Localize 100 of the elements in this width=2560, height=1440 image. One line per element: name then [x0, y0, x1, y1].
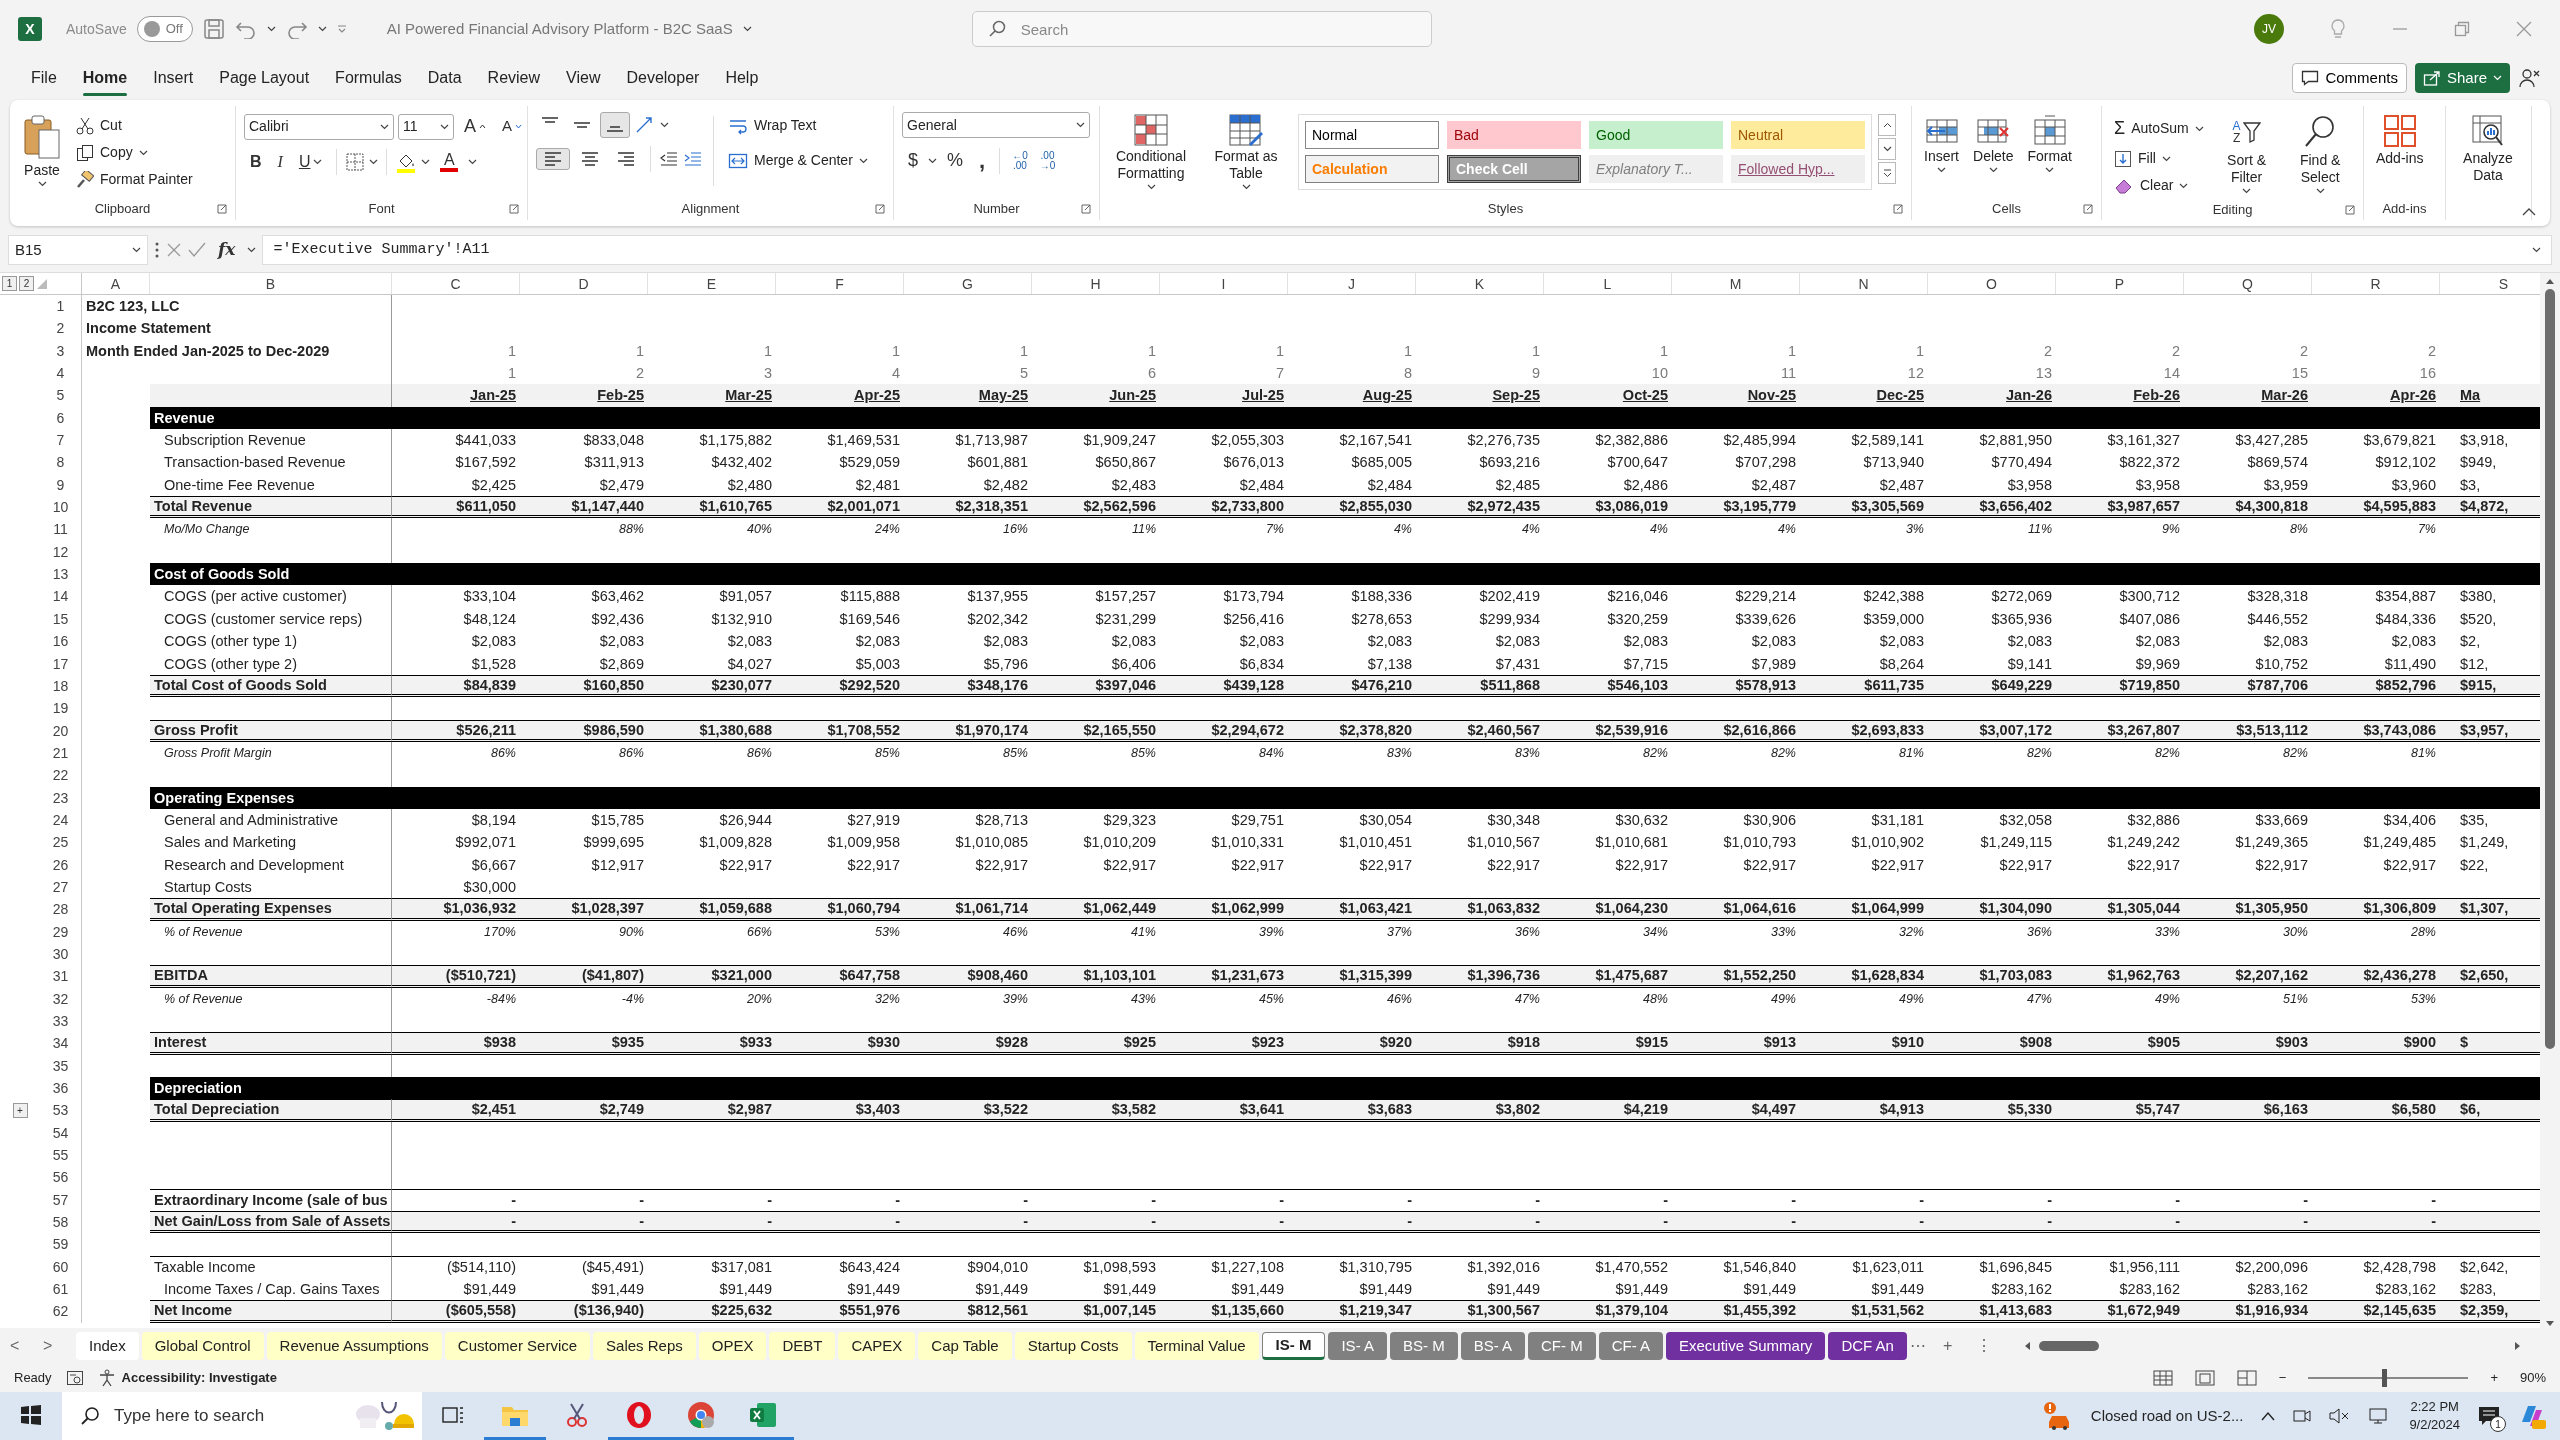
decrease-decimal-button[interactable]: .00 →0 — [1035, 148, 1060, 173]
conditional-formatting-button[interactable]: Conditional Formatting — [1108, 112, 1194, 198]
fill-button[interactable]: Fill — [2110, 145, 2208, 172]
paste-button[interactable]: Paste — [18, 112, 66, 198]
dialog-launcher-icon[interactable] — [2345, 205, 2355, 215]
shrink-font-button[interactable]: A — [496, 114, 529, 139]
row-number[interactable]: 56 — [40, 1166, 82, 1189]
zoom-slider-thumb[interactable] — [2381, 1369, 2387, 1387]
more-sheets-button[interactable]: ⋯ — [1909, 1333, 1940, 1359]
row-number[interactable]: 3 — [40, 339, 82, 363]
expand-button[interactable]: + — [12, 1103, 28, 1119]
row-number[interactable]: 55 — [40, 1144, 82, 1167]
italic-button[interactable]: I — [271, 149, 289, 175]
column-header[interactable]: E — [648, 273, 776, 294]
underline-button[interactable]: U — [292, 149, 329, 175]
increase-indent-icon[interactable] — [683, 150, 703, 168]
wrap-text-button[interactable]: Wrap Text — [724, 112, 872, 139]
sheet-tab[interactable]: Cap Table — [918, 1332, 1012, 1360]
row-number[interactable]: 4 — [40, 362, 82, 385]
row-number[interactable]: 21 — [40, 741, 82, 765]
sheet-tab[interactable]: Terminal Value — [1134, 1332, 1259, 1360]
dialog-launcher-icon[interactable] — [875, 204, 885, 214]
row-number[interactable]: 36 — [40, 1077, 82, 1100]
column-header[interactable]: H — [1032, 273, 1160, 294]
menu-tab[interactable]: Formulas — [322, 60, 415, 96]
row-number[interactable]: 2 — [40, 317, 82, 340]
row-number[interactable]: 12 — [40, 540, 82, 564]
clock-time[interactable]: 2:22 PM — [2409, 1398, 2460, 1416]
sheet-tab[interactable]: CF- A — [1598, 1332, 1663, 1360]
column-header[interactable]: F — [776, 273, 904, 294]
outline-level-button[interactable]: 1 — [2, 276, 17, 291]
clock-date[interactable]: 9/2/2024 — [2409, 1416, 2460, 1434]
autosave-toggle[interactable]: Off — [136, 16, 193, 42]
row-number[interactable]: 32 — [40, 987, 82, 1010]
row-number[interactable]: 28 — [40, 898, 82, 921]
page-break-icon[interactable] — [2236, 1370, 2257, 1386]
row-number[interactable]: 61 — [40, 1278, 82, 1301]
row-number[interactable]: 9 — [40, 473, 82, 497]
row-number[interactable]: 23 — [40, 786, 82, 809]
normal-view-icon[interactable] — [2152, 1370, 2173, 1386]
row-number[interactable]: 13 — [40, 563, 82, 586]
taskbar-search-field[interactable]: Type here to search — [62, 1392, 422, 1440]
coauthor-icon[interactable] — [2518, 67, 2542, 89]
cut-button[interactable]: Cut — [72, 112, 197, 139]
column-header[interactable]: G — [904, 273, 1032, 294]
row-number[interactable]: 15 — [40, 607, 82, 631]
scroll-right-icon[interactable] — [2514, 1341, 2522, 1351]
name-box[interactable]: B15 — [8, 235, 148, 265]
row-number[interactable]: 30 — [40, 942, 82, 966]
cell-style[interactable]: Neutral — [1731, 121, 1865, 149]
sheet-tab[interactable]: IS- M — [1261, 1332, 1326, 1360]
menu-tab[interactable]: Home — [69, 60, 141, 96]
cells-button[interactable]: Insert — [1920, 112, 1963, 198]
accessibility-status[interactable]: Accessibility: Investigate — [97, 1368, 277, 1388]
sheet-tab[interactable]: BS- A — [1460, 1332, 1525, 1360]
row-number[interactable]: 35 — [40, 1054, 82, 1078]
addins-button[interactable]: Add-ins — [2372, 112, 2428, 198]
dialog-launcher-icon[interactable] — [509, 204, 519, 214]
number-format-field[interactable]: General — [902, 112, 1090, 138]
sheet-tab[interactable]: BS- M — [1389, 1332, 1458, 1360]
start-icon[interactable] — [20, 1403, 42, 1426]
zoom-out-button[interactable]: − — [2278, 1368, 2287, 1388]
avatar[interactable]: JV — [2254, 14, 2284, 44]
decrease-indent-icon[interactable] — [659, 150, 679, 168]
increase-decimal-button[interactable]: ←0 .00 — [1008, 148, 1032, 173]
sheet-tab[interactable]: Sales Reps — [593, 1332, 696, 1360]
copy-button[interactable]: Copy — [72, 139, 197, 166]
undo-icon[interactable] — [234, 19, 257, 39]
task-view-icon[interactable] — [442, 1404, 464, 1425]
opera-icon[interactable] — [625, 1400, 653, 1429]
row-number[interactable]: 11 — [40, 518, 82, 541]
find-select-button[interactable]: Find & Select — [2285, 112, 2355, 199]
menu-tab[interactable]: Page Layout — [206, 60, 323, 96]
sheet-tab[interactable]: Executive Summary — [1666, 1332, 1826, 1360]
scrollbar-thumb[interactable] — [2545, 289, 2555, 1049]
column-header[interactable]: B — [150, 273, 392, 294]
cancel-icon[interactable] — [166, 242, 182, 258]
sheet-tab[interactable]: OPEX — [698, 1332, 767, 1360]
format-as-table-button[interactable]: Format as Table — [1200, 112, 1292, 198]
column-header[interactable]: D — [520, 273, 648, 294]
menu-tab[interactable]: Insert — [140, 60, 207, 96]
column-header[interactable]: R — [2312, 273, 2440, 294]
sheet-tab[interactable]: DEBT — [769, 1332, 836, 1360]
row-number[interactable]: 18 — [40, 674, 82, 698]
macro-record-icon[interactable] — [65, 1370, 84, 1386]
chrome-icon[interactable] — [687, 1400, 715, 1429]
row-number[interactable]: 60 — [40, 1255, 82, 1279]
currency-button[interactable]: $ — [902, 146, 924, 175]
formula-field[interactable]: ='Executive Summary'!A11 — [262, 235, 2552, 265]
column-header[interactable]: I — [1160, 273, 1288, 294]
sheet-tab[interactable]: IS- A — [1328, 1332, 1387, 1360]
insert-function-button[interactable]: fx — [212, 236, 242, 264]
row-number[interactable]: 20 — [40, 719, 82, 742]
menu-tab[interactable]: Review — [474, 60, 554, 96]
column-header[interactable]: J — [1288, 273, 1416, 294]
analyze-data-button[interactable]: Analyze Data — [2454, 112, 2522, 198]
restore-icon[interactable] — [2454, 21, 2470, 37]
sheet-tab[interactable]: Customer Service — [444, 1332, 591, 1360]
merge-center-button[interactable]: Merge & Center — [724, 147, 872, 174]
row-number[interactable]: 1 — [40, 295, 82, 318]
